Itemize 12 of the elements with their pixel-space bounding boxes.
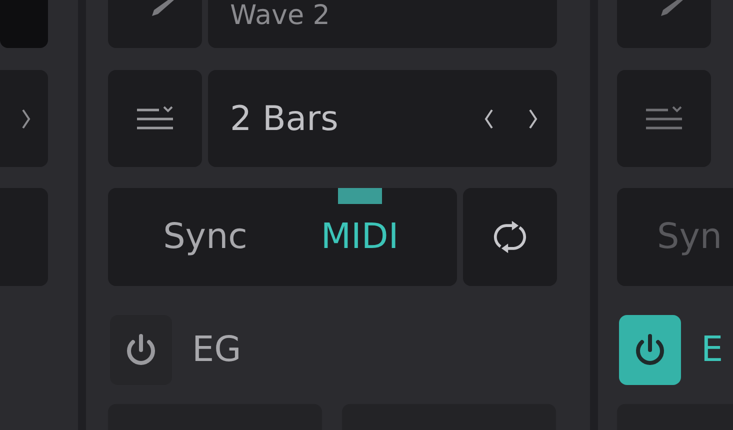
power-button[interactable] [619, 315, 681, 385]
mode-tab[interactable]: Sync [128, 188, 282, 286]
eg-label: EG [192, 330, 242, 370]
chevron-right-icon[interactable] [20, 106, 32, 130]
panel-background [0, 0, 48, 48]
wave-name: Wave 2 [230, 2, 330, 29]
eg-label: E [701, 330, 724, 370]
length-value: 2 Bars [230, 98, 340, 138]
chevron-left-icon[interactable] [483, 106, 495, 130]
mode-tab[interactable]: MIDI [282, 188, 437, 286]
chevron-right-icon[interactable] [527, 106, 539, 130]
power-button[interactable] [110, 315, 172, 385]
